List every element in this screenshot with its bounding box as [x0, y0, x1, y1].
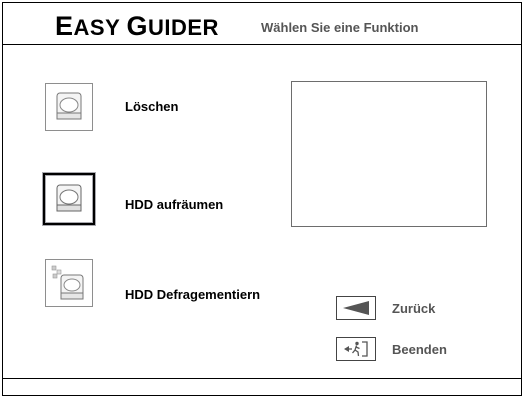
hdd-erase-icon	[45, 83, 93, 131]
back-arrow-icon	[343, 301, 369, 315]
footer-divider	[3, 378, 521, 379]
page-subtitle: Wählen Sie eine Funktion	[261, 20, 419, 35]
hdd-cleanup-icon	[42, 172, 96, 226]
logo-initial-2: G	[126, 11, 148, 41]
menu-item-label: Löschen	[125, 99, 179, 114]
exit-label[interactable]: Beenden	[392, 342, 447, 357]
exit-icon	[344, 341, 368, 357]
header: EASY GUIDER Wählen Sie eine Funktion	[3, 3, 521, 45]
logo-rest-1: ASY	[73, 15, 127, 40]
preview-panel	[291, 81, 487, 227]
menu-item-hdd-defrag[interactable]: HDD Defragementiern	[45, 259, 505, 315]
menu-item-label: HDD Defragementiern	[125, 287, 261, 302]
hdd-defrag-icon	[45, 259, 93, 307]
app-logo: EASY GUIDER	[55, 11, 219, 41]
exit-button[interactable]	[336, 337, 376, 361]
logo-rest-2: UIDER	[147, 15, 219, 40]
back-label[interactable]: Zurück	[392, 301, 435, 316]
back-button[interactable]	[336, 296, 376, 320]
logo-initial-1: E	[55, 11, 74, 41]
app-window: EASY GUIDER Wählen Sie eine Funktion Lös…	[2, 2, 522, 396]
menu-item-label: HDD aufräumen	[125, 197, 224, 212]
